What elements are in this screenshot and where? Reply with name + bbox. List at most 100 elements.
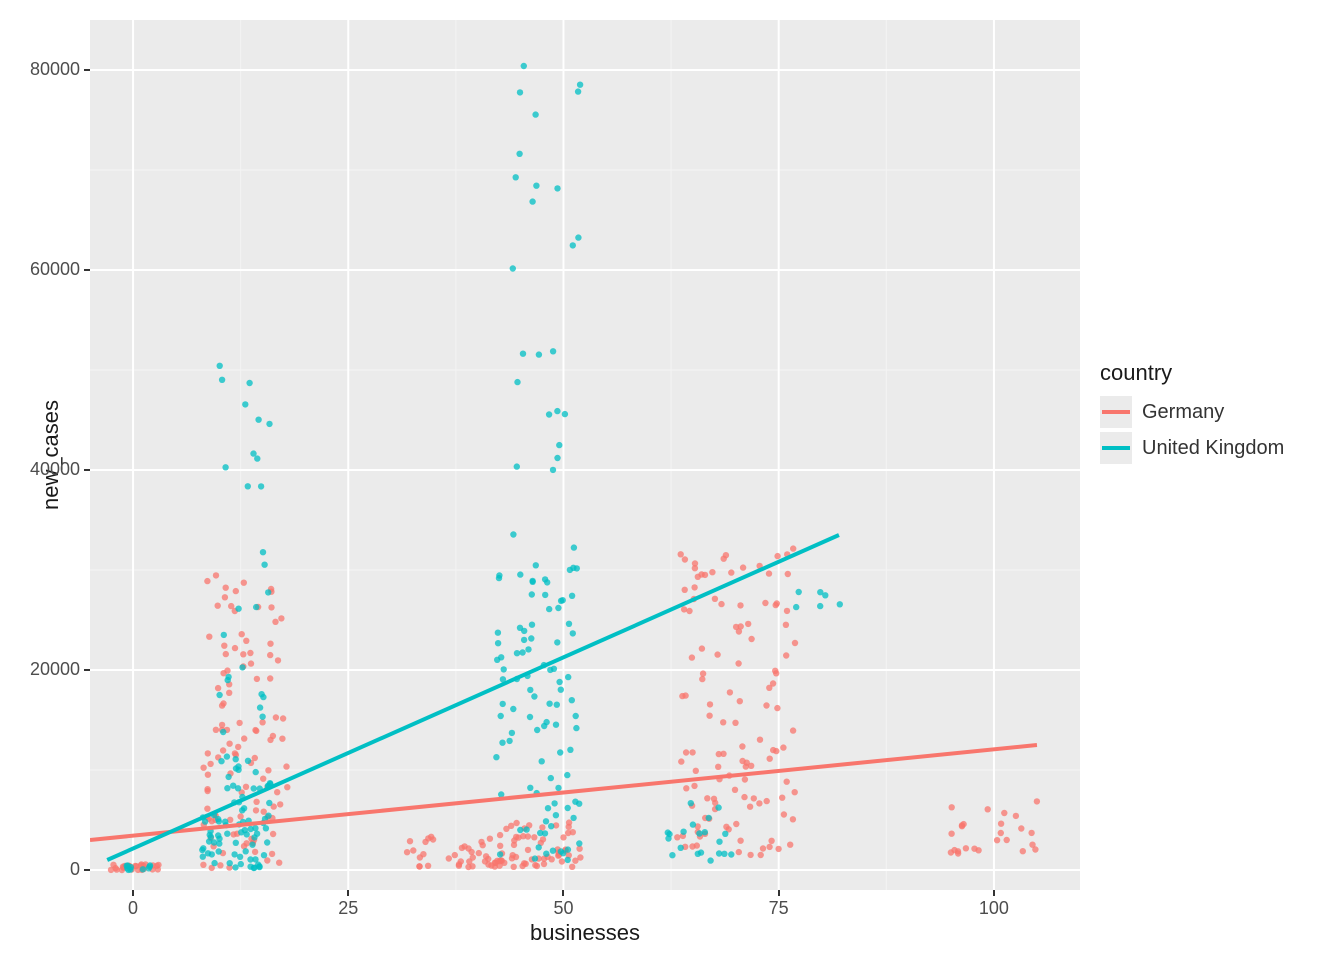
- data-point: [529, 591, 535, 597]
- data-point: [695, 851, 701, 857]
- legend-label-uk: United Kingdom: [1142, 437, 1284, 460]
- data-point: [509, 855, 515, 861]
- data-point: [253, 604, 259, 610]
- x-tick-label: 25: [323, 898, 373, 919]
- data-point: [689, 843, 695, 849]
- data-point: [575, 88, 581, 94]
- data-point: [124, 863, 130, 869]
- data-point: [284, 784, 290, 790]
- data-point: [727, 689, 733, 695]
- y-axis-title: new_cases: [38, 400, 63, 510]
- x-tick: [778, 890, 780, 896]
- data-point: [267, 675, 273, 681]
- data-point: [737, 698, 743, 704]
- legend-item-germany: Germany: [1100, 396, 1330, 428]
- data-point: [692, 565, 698, 571]
- data-point: [258, 691, 264, 697]
- data-point: [773, 602, 779, 608]
- data-point: [155, 866, 161, 872]
- data-point: [680, 829, 686, 835]
- data-point: [702, 829, 708, 835]
- data-point: [497, 843, 503, 849]
- data-point: [704, 795, 710, 801]
- data-point: [226, 690, 232, 696]
- data-point: [465, 845, 471, 851]
- data-point: [751, 795, 757, 801]
- data-point: [266, 421, 272, 427]
- data-point: [217, 862, 223, 868]
- data-point: [517, 89, 523, 95]
- plot-svg: [90, 20, 1080, 890]
- data-point: [520, 351, 526, 357]
- data-point: [265, 589, 271, 595]
- data-point: [541, 723, 547, 729]
- data-point: [215, 816, 221, 822]
- data-point: [1001, 810, 1007, 816]
- data-point: [714, 651, 720, 657]
- data-point: [555, 605, 561, 611]
- data-point: [700, 670, 706, 676]
- data-point: [404, 849, 410, 855]
- x-tick-label: 100: [969, 898, 1019, 919]
- data-point: [763, 702, 769, 708]
- scatter-points: [108, 63, 1040, 873]
- data-point: [278, 615, 284, 621]
- data-point: [251, 785, 257, 791]
- data-point: [239, 631, 245, 637]
- data-point: [452, 852, 458, 858]
- data-point: [240, 651, 246, 657]
- data-point: [498, 713, 504, 719]
- data-point: [261, 852, 267, 858]
- data-point: [506, 738, 512, 744]
- data-point: [253, 799, 259, 805]
- data-point: [529, 198, 535, 204]
- data-point: [511, 864, 517, 870]
- data-point: [537, 830, 543, 836]
- legend-key-uk: [1100, 432, 1132, 464]
- data-point: [527, 687, 533, 693]
- data-point: [204, 578, 210, 584]
- data-point: [573, 725, 579, 731]
- data-point: [747, 804, 753, 810]
- plot-panel: [90, 20, 1080, 890]
- data-point: [513, 820, 519, 826]
- data-point: [283, 763, 289, 769]
- data-point: [487, 836, 493, 842]
- data-point: [572, 799, 578, 805]
- data-point: [510, 706, 516, 712]
- data-point: [781, 811, 787, 817]
- data-point: [686, 608, 692, 614]
- x-axis-title: businesses: [530, 920, 640, 945]
- data-point: [792, 789, 798, 795]
- data-point: [235, 606, 241, 612]
- data-point: [679, 693, 685, 699]
- data-point: [225, 774, 231, 780]
- data-point: [254, 676, 260, 682]
- data-point: [495, 630, 501, 636]
- data-point: [539, 758, 545, 764]
- data-point: [955, 850, 961, 856]
- data-point: [762, 600, 768, 606]
- data-point: [233, 588, 239, 594]
- data-point: [1018, 825, 1024, 831]
- data-point: [513, 174, 519, 180]
- data-point: [259, 719, 265, 725]
- x-tick-label: 50: [538, 898, 588, 919]
- data-point: [555, 785, 561, 791]
- data-point: [243, 848, 249, 854]
- data-point: [760, 845, 766, 851]
- data-point: [665, 829, 671, 835]
- data-point: [1032, 846, 1038, 852]
- data-point: [706, 815, 712, 821]
- data-point: [784, 779, 790, 785]
- data-point: [525, 646, 531, 652]
- data-point: [732, 787, 738, 793]
- data-point: [254, 455, 260, 461]
- data-point: [260, 776, 266, 782]
- data-point: [1004, 837, 1010, 843]
- data-point: [576, 840, 582, 846]
- legend-title: country: [1100, 360, 1330, 386]
- data-point: [534, 863, 540, 869]
- data-point: [963, 845, 969, 851]
- data-point: [693, 768, 699, 774]
